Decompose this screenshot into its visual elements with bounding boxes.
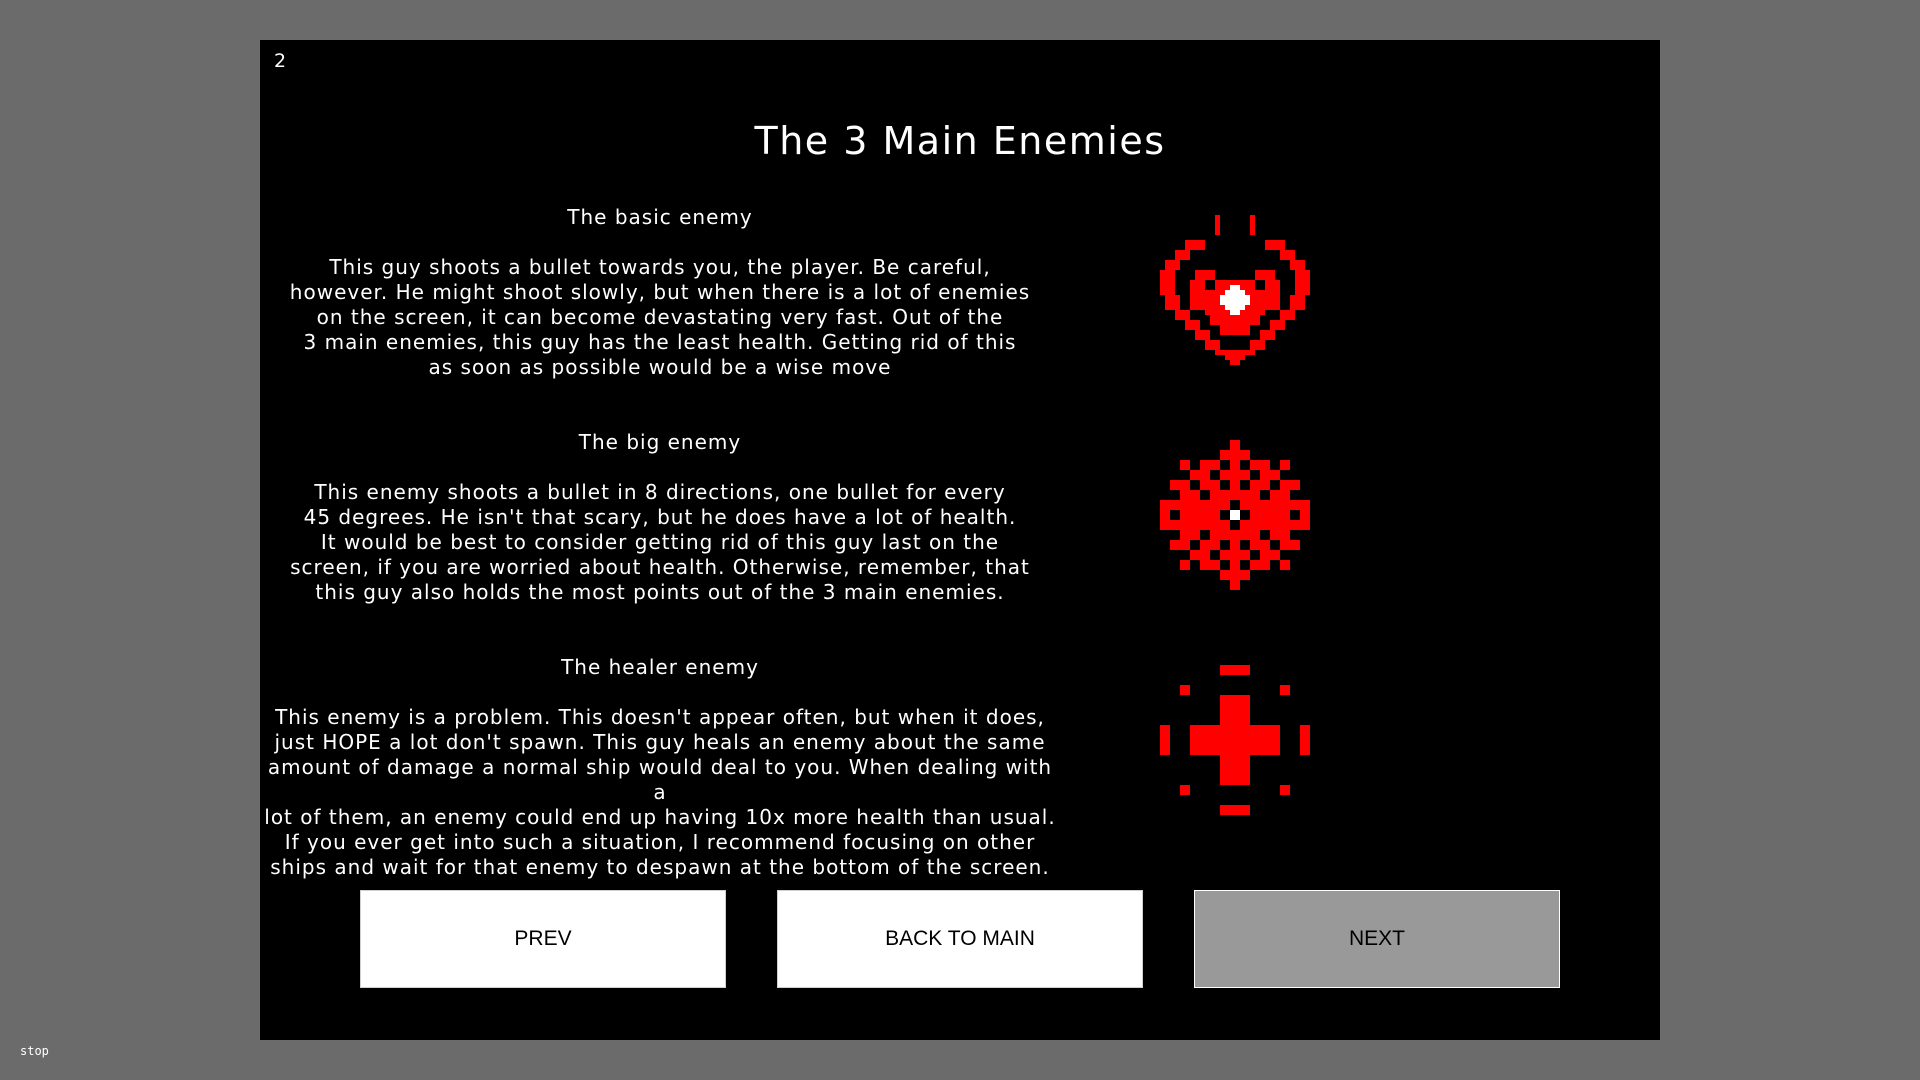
basic-enemy-section: The basic enemy This guy shoots a bullet…: [260, 205, 1060, 380]
basic-enemy-description: This guy shoots a bullet towards you, th…: [289, 255, 1031, 379]
page-title: The 3 Main Enemies: [754, 119, 1166, 163]
prev-button[interactable]: PREV: [360, 890, 726, 988]
big-enemy-section: The big enemy This enemy shoots a bullet…: [260, 430, 1060, 605]
healer-enemy-section: The healer enemy This enemy is a problem…: [260, 655, 1060, 880]
page-number: 2: [274, 50, 287, 72]
game-canvas: 2 The 3 Main Enemies The basic enemy Thi…: [260, 40, 1660, 1040]
basic-enemy-sprite-icon: [1160, 215, 1310, 365]
basic-enemy-name: The basic enemy: [567, 205, 753, 229]
healer-enemy-description: This enemy is a problem. This doesn't ap…: [264, 705, 1056, 879]
healer-enemy-name: The healer enemy: [561, 655, 759, 679]
next-button[interactable]: NEXT: [1194, 890, 1560, 988]
big-enemy-description: This enemy shoots a bullet in 8 directio…: [290, 480, 1030, 604]
back-to-main-button[interactable]: BACK TO MAIN: [777, 890, 1143, 988]
big-enemy-name: The big enemy: [578, 430, 742, 454]
healer-enemy-sprite-icon: [1160, 665, 1310, 815]
big-enemy-sprite-icon: [1160, 440, 1310, 590]
status-label: stop: [20, 1044, 49, 1058]
